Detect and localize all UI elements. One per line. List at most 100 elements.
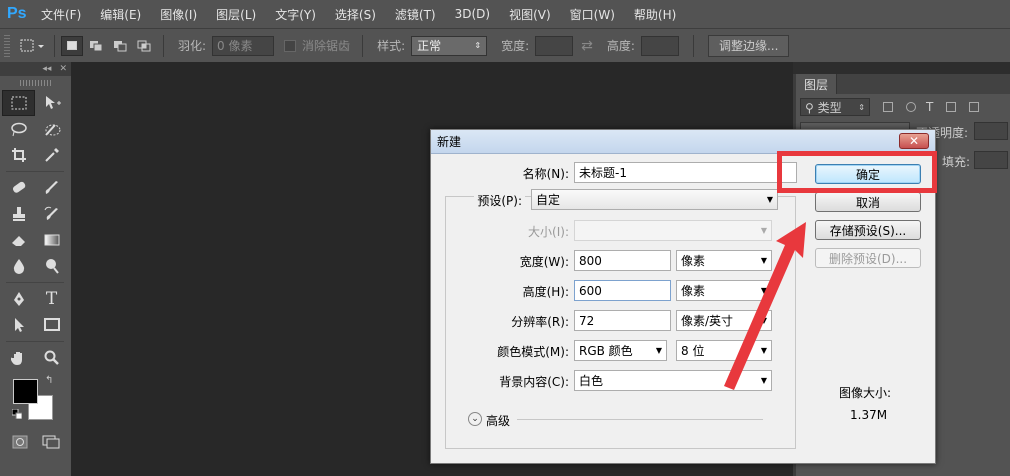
- quick-selection-tool-icon[interactable]: [35, 116, 68, 142]
- height-field[interactable]: 600: [574, 280, 671, 301]
- hand-tool-icon[interactable]: [2, 345, 35, 371]
- resolution-field[interactable]: 72: [574, 310, 671, 331]
- chevron-updown-icon: ⇕: [858, 102, 865, 112]
- type-tool-icon[interactable]: T: [35, 286, 68, 312]
- menu-file[interactable]: 文件(F): [41, 6, 81, 23]
- collapse-icon[interactable]: ◂◂: [42, 64, 51, 74]
- width-field[interactable]: 800: [574, 250, 671, 271]
- tools-grip[interactable]: [20, 80, 51, 86]
- panel-dock-header: [793, 62, 1010, 74]
- layers-tab[interactable]: 图层: [796, 74, 838, 94]
- refine-edge-button[interactable]: 调整边缘...: [707, 34, 790, 57]
- bit-depth-select[interactable]: 8 位 ▼: [676, 340, 772, 361]
- brush-tool-icon[interactable]: [35, 175, 68, 201]
- width-input[interactable]: [535, 35, 574, 56]
- menu-layer[interactable]: 图层(L): [216, 6, 256, 23]
- dropdown-arrow-icon: ▼: [760, 346, 767, 355]
- menu-view[interactable]: 视图(V): [509, 6, 551, 23]
- new-selection-button[interactable]: [61, 35, 83, 56]
- clone-stamp-tool-icon[interactable]: [2, 201, 35, 227]
- fill-input[interactable]: [974, 151, 1008, 169]
- crop-tool-icon[interactable]: [2, 142, 35, 168]
- opacity-input[interactable]: [974, 122, 1008, 140]
- background-label: 背景内容(C):: [499, 375, 569, 389]
- divider: [54, 34, 55, 57]
- dialog-close-button[interactable]: ✕: [899, 133, 929, 149]
- history-brush-tool-icon[interactable]: [35, 201, 68, 227]
- cancel-button[interactable]: 取消: [815, 192, 921, 212]
- image-size-value: 1.37M: [850, 408, 888, 422]
- adjustment-layer-filter-icon[interactable]: [906, 102, 916, 112]
- spot-healing-brush-icon[interactable]: [2, 175, 35, 201]
- default-colors-icon[interactable]: [12, 409, 22, 419]
- rectangle-tool-icon[interactable]: [35, 312, 68, 338]
- advanced-label[interactable]: 高级: [486, 412, 510, 429]
- eyedropper-tool-icon[interactable]: [35, 142, 68, 168]
- resolution-unit-select[interactable]: 像素/英寸 ▼: [676, 310, 772, 331]
- dropdown-arrow-icon: ▼: [760, 286, 767, 295]
- preset-label: 预设(P):: [474, 192, 525, 209]
- preset-select[interactable]: 自定 ▼: [531, 189, 778, 210]
- style-select[interactable]: 正常 ⇕: [411, 35, 488, 56]
- tools-panel: ◂◂ ✕ T ↰: [0, 62, 71, 476]
- pen-tool-icon[interactable]: [2, 286, 35, 312]
- name-field[interactable]: 未标题-1: [574, 162, 797, 183]
- move-tool-icon[interactable]: [35, 90, 68, 116]
- height-unit-select[interactable]: 像素 ▼: [676, 280, 772, 301]
- height-input[interactable]: [640, 35, 679, 56]
- type-layer-filter-icon[interactable]: T: [926, 100, 933, 114]
- divider: [692, 34, 694, 57]
- dodge-tool-icon[interactable]: [35, 253, 68, 279]
- background-select[interactable]: 白色 ▼: [574, 370, 772, 391]
- width-label: 宽度:: [501, 39, 530, 53]
- menu-filter[interactable]: 滤镜(T): [395, 6, 436, 23]
- screen-mode-icon[interactable]: [36, 429, 66, 455]
- path-selection-tool-icon[interactable]: [2, 312, 35, 338]
- color-mode-select[interactable]: RGB 颜色 ▼: [574, 340, 667, 361]
- height-label: 高度(H):: [522, 285, 569, 299]
- menu-window[interactable]: 窗口(W): [570, 6, 615, 23]
- feather-input[interactable]: 0 像素: [212, 35, 275, 56]
- menu-edit[interactable]: 编辑(E): [100, 6, 141, 23]
- gradient-tool-icon[interactable]: [35, 227, 68, 253]
- resolution-unit-value: 像素/英寸: [681, 314, 734, 328]
- shape-layer-filter-icon[interactable]: [946, 102, 957, 112]
- width-unit-select[interactable]: 像素 ▼: [676, 250, 772, 271]
- smart-object-filter-icon[interactable]: [969, 102, 980, 112]
- options-bar: 羽化: 0 像素 消除锯齿 样式: 正常 ⇕ 宽度: ⇄ 高度: 调整边缘...: [0, 28, 1010, 62]
- menu-image[interactable]: 图像(I): [160, 6, 197, 23]
- pixel-layer-filter-icon[interactable]: [883, 102, 893, 112]
- width-label: 宽度(W):: [519, 255, 569, 269]
- options-grip[interactable]: [4, 34, 10, 57]
- layer-kind-filter[interactable]: ⚲ 类型 ⇕: [800, 98, 870, 116]
- swap-arrows-icon[interactable]: ⇄: [581, 38, 593, 54]
- rectangular-marquee-tool-icon[interactable]: [2, 90, 35, 116]
- size-select: ▼: [574, 220, 772, 241]
- marquee-preset-picker[interactable]: [18, 35, 48, 57]
- antialias-checkbox[interactable]: [284, 39, 297, 52]
- height-label: 高度:: [606, 39, 635, 53]
- search-icon: ⚲: [805, 100, 818, 115]
- blur-tool-icon[interactable]: [2, 253, 35, 279]
- menu-select[interactable]: 选择(S): [335, 6, 376, 23]
- swap-colors-icon[interactable]: ↰: [45, 375, 53, 386]
- menu-help[interactable]: 帮助(H): [634, 6, 676, 23]
- height-unit-value: 像素: [681, 284, 706, 298]
- add-to-selection-button[interactable]: [85, 36, 107, 56]
- eraser-tool-icon[interactable]: [2, 227, 35, 253]
- dropdown-arrow-icon: ▼: [760, 256, 767, 265]
- quick-mask-icon[interactable]: [5, 429, 35, 455]
- dropdown-arrow-icon: ▼: [760, 376, 767, 385]
- intersect-selection-button[interactable]: [133, 36, 155, 56]
- expand-chevron-icon[interactable]: ⌄: [468, 412, 482, 426]
- name-label: 名称(N):: [522, 167, 569, 181]
- preset-value: 自定: [536, 193, 561, 207]
- menu-3d[interactable]: 3D(D): [455, 7, 490, 21]
- foreground-color-swatch[interactable]: [13, 379, 38, 404]
- close-icon[interactable]: ✕: [59, 64, 67, 74]
- save-preset-button[interactable]: 存储预设(S)...: [815, 220, 921, 240]
- lasso-tool-icon[interactable]: [2, 116, 35, 142]
- menu-type[interactable]: 文字(Y): [275, 6, 316, 23]
- subtract-selection-button[interactable]: [109, 36, 131, 56]
- zoom-tool-icon[interactable]: [35, 345, 68, 371]
